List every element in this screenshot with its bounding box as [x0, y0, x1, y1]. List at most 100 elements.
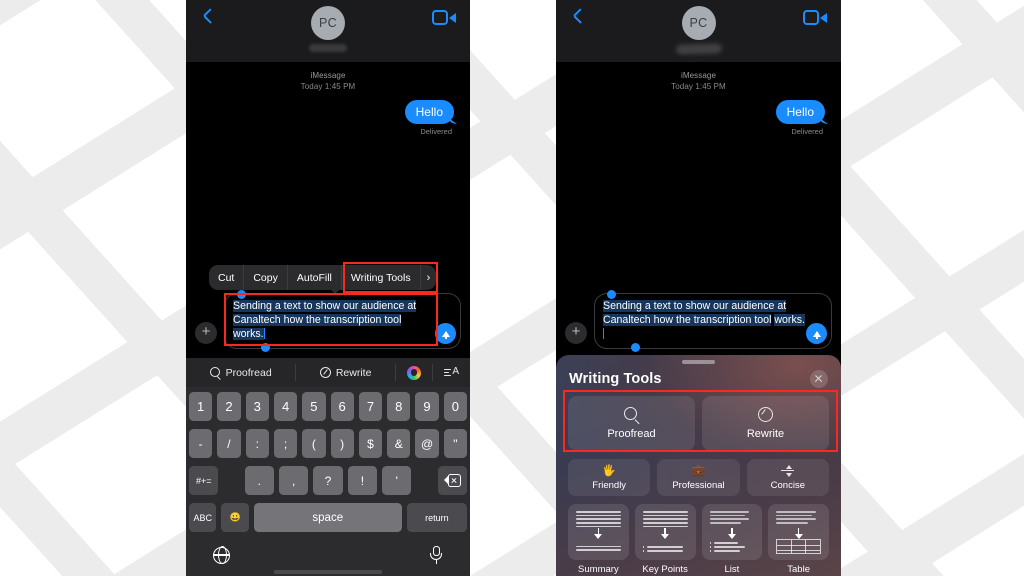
key-comma[interactable]: , — [278, 466, 309, 495]
backspace-icon[interactable] — [437, 466, 467, 495]
message-input[interactable]: Sending a text to show our audience at C… — [224, 290, 461, 352]
key-paren-close[interactable]: ) — [330, 429, 354, 458]
message-row: Hello Delivered — [186, 92, 470, 136]
writing-tools-format-row: Summary Key Points List Table — [556, 496, 841, 575]
selection-handle-end[interactable] — [261, 342, 270, 352]
key-0[interactable]: 0 — [443, 392, 467, 421]
message-input-text: Sending a text to show our audience at C… — [233, 299, 434, 342]
video-camera-icon[interactable] — [432, 10, 456, 25]
context-menu-item-cut[interactable]: Cut — [209, 265, 245, 290]
format-key-points[interactable]: Key Points — [634, 504, 696, 575]
tone-professional-label: Professional — [672, 479, 725, 491]
proofread-button[interactable]: Proofread — [186, 364, 297, 381]
key-spacer-left — [223, 466, 239, 495]
key-abc[interactable]: ABC — [189, 503, 217, 532]
key-exclamation[interactable]: ! — [347, 466, 378, 495]
message-bubble[interactable]: Hello — [404, 100, 454, 124]
key-7[interactable]: 7 — [358, 392, 383, 421]
key-return[interactable]: return — [406, 503, 467, 532]
selection-handle-start[interactable] — [237, 290, 246, 299]
key-semicolon[interactable]: ; — [273, 429, 298, 458]
apple-intelligence-button[interactable] — [396, 364, 433, 381]
key-colon[interactable]: : — [245, 429, 269, 458]
key-8[interactable]: 8 — [387, 392, 411, 421]
key-hyphen[interactable]: - — [189, 429, 213, 458]
video-camera-icon[interactable] — [803, 10, 827, 25]
key-spacer-right — [416, 466, 432, 495]
message-bubble[interactable]: Hello — [775, 100, 825, 124]
keyboard-utility-row — [189, 540, 467, 564]
message-row: Hello Delivered — [556, 92, 841, 136]
pen-circle-icon — [319, 367, 331, 378]
contact-header[interactable]: PC — [556, 6, 841, 55]
key-dollar[interactable]: $ — [358, 429, 383, 458]
plus-icon[interactable]: + — [565, 321, 587, 344]
key-3[interactable]: 3 — [245, 392, 269, 421]
briefcase-icon: 💼 — [691, 464, 706, 477]
avatar: PC — [311, 6, 345, 40]
chevron-right-icon[interactable]: › — [421, 265, 437, 290]
rewrite-card[interactable]: Rewrite — [702, 396, 829, 451]
writing-tools-sheet: Writing Tools Proofread Rewrite 🖐 Friend… — [556, 355, 841, 576]
conversation-meta: iMessage Today 1:45 PM — [556, 62, 841, 92]
selection-handle-start[interactable] — [607, 290, 616, 299]
key-4[interactable]: 4 — [273, 392, 298, 421]
key-6[interactable]: 6 — [330, 392, 354, 421]
conversation-area: iMessage Today 1:45 PM Hello Delivered — [556, 62, 841, 136]
key-2[interactable]: 2 — [217, 392, 241, 421]
text-edit-context-menu[interactable]: Cut Copy AutoFill Writing Tools › — [209, 265, 437, 290]
context-menu-item-copy[interactable]: Copy — [244, 265, 288, 290]
service-label: iMessage — [680, 71, 717, 80]
send-button[interactable] — [435, 322, 456, 344]
message-input[interactable]: Sending a text to show our audience at C… — [594, 290, 832, 352]
keyboard-row-symbols: - / : ; ( ) $ & @ " — [189, 429, 467, 458]
format-list[interactable]: List — [701, 504, 763, 575]
compose-bar: + Sending a text to show our audience at… — [186, 290, 470, 355]
context-menu-item-writing-tools[interactable]: Writing Tools — [342, 265, 421, 290]
avatar: PC — [681, 6, 716, 40]
key-space[interactable]: space — [253, 503, 402, 532]
microphone-icon[interactable] — [430, 546, 443, 564]
format-table-label: Table — [787, 564, 810, 575]
key-ampersand[interactable]: & — [387, 429, 411, 458]
key-quote[interactable]: " — [443, 429, 467, 458]
key-paren-open[interactable]: ( — [302, 429, 326, 458]
key-apostrophe[interactable]: ' — [382, 466, 412, 495]
key-9[interactable]: 9 — [415, 392, 439, 421]
text-format-button[interactable]: A — [433, 364, 470, 381]
keyboard-row-bottom: ABC 😀 space return — [189, 503, 467, 532]
format-list-label: List — [724, 564, 740, 575]
selection-handle-end[interactable] — [631, 342, 640, 352]
key-at[interactable]: @ — [415, 429, 439, 458]
compress-icon — [781, 464, 795, 477]
close-icon[interactable] — [810, 370, 828, 388]
key-1[interactable]: 1 — [189, 392, 213, 421]
tone-concise[interactable]: Concise — [746, 459, 829, 496]
key-symbols-toggle[interactable]: #+= — [189, 466, 219, 495]
send-button[interactable] — [806, 322, 827, 344]
selected-text-tail: works. — [233, 328, 264, 341]
contact-header[interactable]: PC — [186, 6, 470, 52]
rewrite-button[interactable]: Rewrite — [296, 364, 396, 381]
page-title: Writing Tools — [569, 371, 662, 387]
writing-tools-primary-actions: Proofread Rewrite — [556, 388, 841, 451]
rewrite-pen-icon — [758, 407, 773, 422]
emoji-icon[interactable]: 😀 — [221, 503, 249, 532]
list-doc-icon — [701, 504, 763, 560]
key-slash[interactable]: / — [217, 429, 241, 458]
format-key-points-label: Key Points — [642, 564, 688, 575]
background-pattern — [0, 0, 1024, 576]
tone-friendly[interactable]: 🖐 Friendly — [568, 459, 651, 496]
summary-doc-icon — [568, 504, 629, 560]
key-question[interactable]: ? — [313, 466, 343, 495]
format-summary[interactable]: Summary — [568, 504, 629, 575]
text-caret — [263, 328, 265, 340]
plus-icon[interactable]: + — [195, 321, 217, 344]
key-5[interactable]: 5 — [302, 392, 326, 421]
globe-icon[interactable] — [212, 546, 231, 564]
context-menu-item-autofill[interactable]: AutoFill — [288, 265, 342, 290]
proofread-card[interactable]: Proofread — [568, 396, 695, 451]
tone-professional[interactable]: 💼 Professional — [657, 459, 740, 496]
key-period[interactable]: . — [244, 466, 274, 495]
format-table[interactable]: Table — [768, 504, 829, 575]
